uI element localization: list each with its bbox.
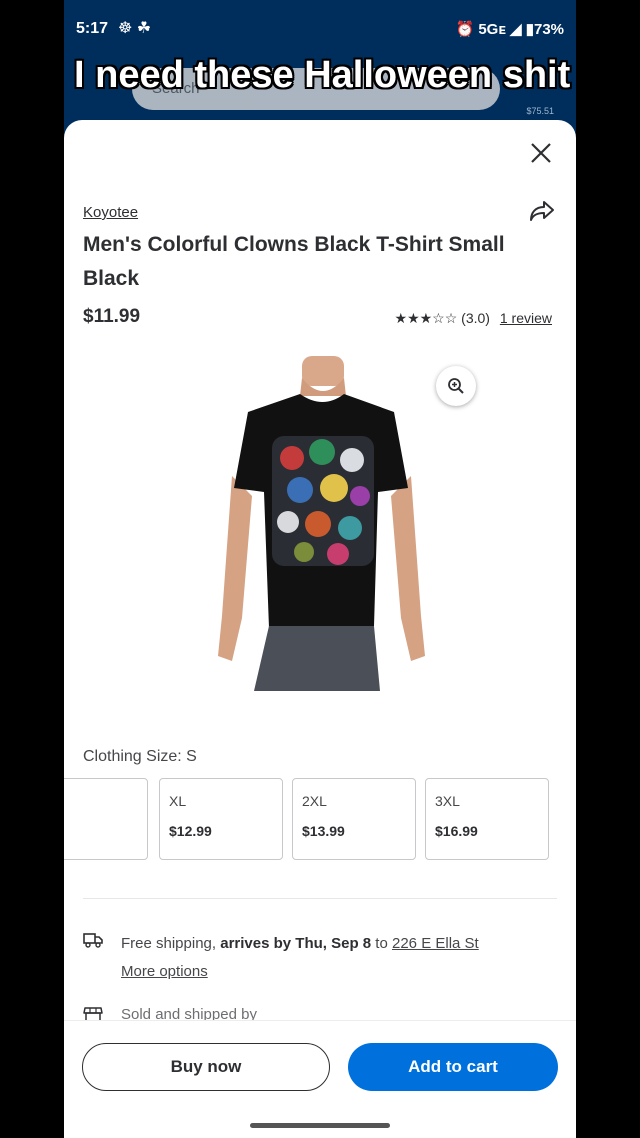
reviews-link[interactable]: 1 review [500, 310, 552, 326]
clothing-size-label: Clothing Size: S [83, 748, 197, 765]
truck-icon [83, 933, 103, 948]
product-price: $11.99 [83, 306, 141, 327]
close-icon[interactable] [528, 140, 554, 166]
product-sheet: Koyotee Men's Colorful Clowns Black T-Sh… [64, 120, 576, 1138]
status-indicators: ⏰ 5Gᴇ ◢ ▮73% [455, 21, 564, 38]
size-name: 3XL [435, 793, 460, 809]
shipping-address-link[interactable]: 226 E Ella St [392, 935, 479, 952]
background-cart-amount: $75.51 [526, 106, 554, 116]
buy-now-button[interactable]: Buy now [82, 1043, 330, 1091]
size-option-3xl[interactable]: 3XL $16.99 [425, 778, 549, 860]
add-to-cart-button[interactable]: Add to cart [348, 1043, 558, 1091]
product-rating: ★★★☆☆ (3.0) 1 review [395, 310, 552, 327]
product-title: Men's Colorful Clowns Black T-Shirt Smal… [83, 233, 505, 290]
size-option-xl[interactable]: XL $12.99 [159, 778, 283, 860]
zoom-in-icon [448, 378, 464, 394]
shipping-text: Free shipping, arrives by Thu, Sep 8 to … [121, 930, 551, 986]
home-indicator[interactable] [250, 1123, 390, 1128]
brand-link[interactable]: Koyotee [83, 204, 138, 221]
size-options: XL $12.99 2XL $13.99 3XL $16.99 [64, 778, 576, 862]
action-footer: Buy now Add to cart [64, 1020, 576, 1138]
notification-icons: ☸ ☘ [118, 20, 152, 37]
shipping-to: to [371, 935, 392, 952]
status-time: 5:17 [76, 20, 109, 37]
share-icon[interactable] [528, 198, 556, 224]
size-price: $13.99 [302, 823, 345, 839]
size-option-partial[interactable] [64, 778, 148, 860]
rating-value: (3.0) [461, 310, 490, 326]
shipping-arrival: arrives by Thu, Sep 8 [220, 935, 372, 952]
shipping-prefix: Free shipping, [121, 935, 221, 952]
size-price: $16.99 [435, 823, 478, 839]
status-bar: 5:17 ☸ ☘ ⏰ 5Gᴇ ◢ ▮73% [64, 0, 576, 62]
more-options-link[interactable]: More options [121, 963, 208, 980]
zoom-button[interactable] [436, 366, 476, 406]
divider [83, 898, 557, 899]
video-caption: I need these Halloween shit [74, 54, 571, 96]
size-name: 2XL [302, 793, 327, 809]
phone-screen: 5:17 ☸ ☘ ⏰ 5Gᴇ ◢ ▮73% Search $75.51 I ne… [64, 0, 576, 1138]
size-name: XL [169, 793, 187, 809]
size-option-2xl[interactable]: 2XL $13.99 [292, 778, 416, 860]
size-price: $12.99 [169, 823, 212, 839]
product-image[interactable] [214, 356, 429, 691]
rating-stars: ★★★☆☆ [394, 310, 458, 326]
